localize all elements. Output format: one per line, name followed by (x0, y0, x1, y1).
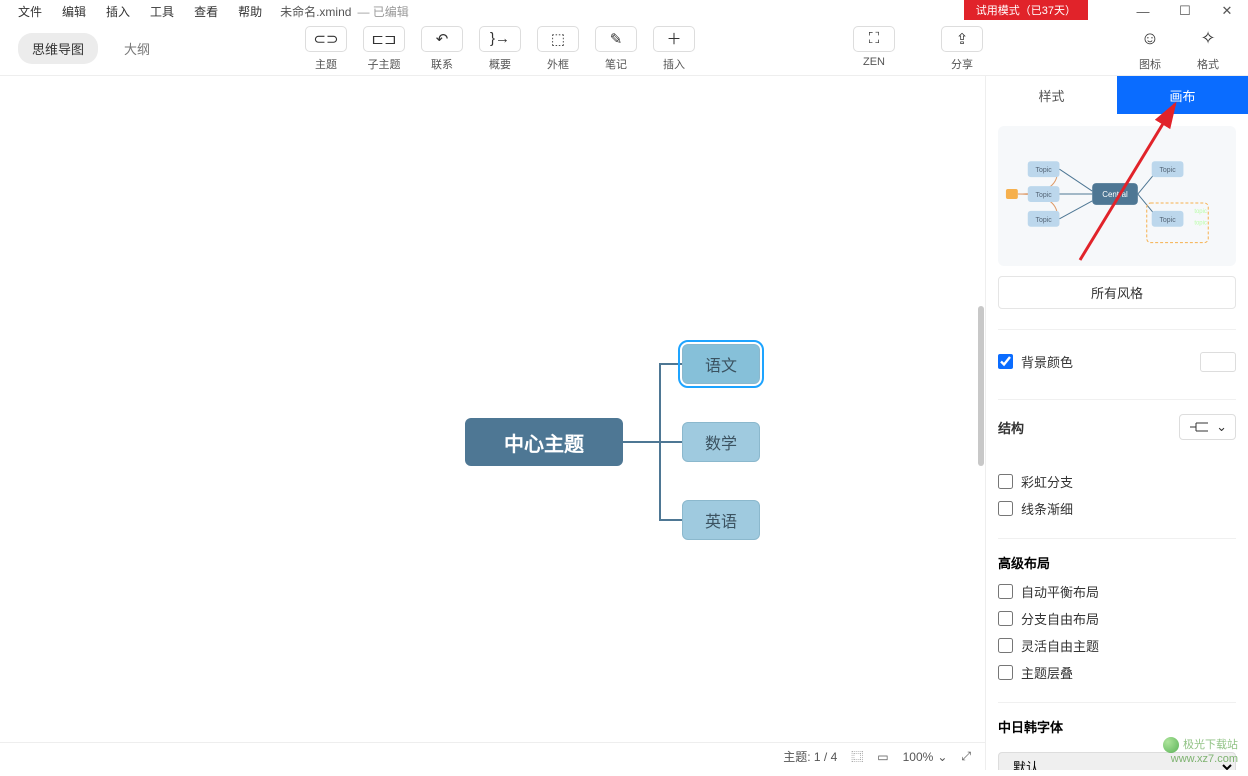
free-topic-checkbox[interactable] (998, 638, 1013, 653)
overlap-row[interactable]: 主题层叠 (998, 663, 1236, 682)
subtopic-icon: ⊏⊐ (363, 26, 405, 52)
svg-text:Topic: Topic (1036, 192, 1053, 199)
relation-icon: ↶ (421, 26, 463, 52)
tool-relation[interactable]: ↶联系 (416, 26, 468, 72)
globe-icon (1163, 737, 1179, 753)
canvas-scrollbar[interactable] (975, 76, 985, 742)
format-icon: ✧ (1187, 26, 1229, 52)
zoom-level[interactable]: 100% ⌄ (903, 750, 948, 764)
watermark: 极光下载站 www.xz7.com (1163, 737, 1238, 766)
chevron-down-icon: ⌄ (1216, 419, 1227, 435)
trial-badge[interactable]: 试用模式（已37天） (964, 0, 1088, 20)
panel-body: Topic Topic Topic Central Topic Topic to… (986, 114, 1248, 770)
svg-text:Central: Central (1102, 190, 1128, 199)
free-branch-checkbox[interactable] (998, 611, 1013, 626)
auto-balance-row[interactable]: 自动平衡布局 (998, 582, 1236, 601)
overlap-checkbox[interactable] (998, 665, 1013, 680)
menu-view[interactable]: 查看 (184, 1, 228, 22)
menu-tools[interactable]: 工具 (140, 1, 184, 22)
cjk-font-title: 中日韩字体 (998, 717, 1236, 736)
tool-summary[interactable]: }→概要 (474, 26, 526, 72)
svg-text:Topic: Topic (1159, 167, 1176, 174)
free-branch-row[interactable]: 分支自由布局 (998, 609, 1236, 628)
tool-zen[interactable]: ⛶ZEN (848, 26, 900, 72)
boundary-icon: ⬚ (537, 26, 579, 52)
tool-topic[interactable]: ⊂⊃主题 (300, 26, 352, 72)
node-sub-2[interactable]: 数学 (682, 422, 760, 462)
window-maximize-button[interactable]: ☐ (1164, 0, 1206, 22)
theme-preview[interactable]: Topic Topic Topic Central Topic Topic to… (998, 126, 1236, 266)
window-minimize-button[interactable]: — (1122, 0, 1164, 22)
topic-count: 主题: 1 / 4 (783, 748, 837, 765)
taper-row[interactable]: 线条渐细 (998, 499, 1236, 518)
tool-group-format: ☺图标 ✧格式 (1124, 26, 1234, 72)
zen-icon: ⛶ (853, 26, 895, 52)
status-bar: 主题: 1 / 4 ⿴ ▭ 100% ⌄ ⤢ (0, 742, 985, 770)
adv-layout-title: 高级布局 (998, 553, 1236, 572)
fullscreen-icon[interactable]: ⤢ (961, 749, 971, 764)
tool-boundary[interactable]: ⬚外框 (532, 26, 584, 72)
svg-text:Topic: Topic (1036, 167, 1053, 174)
tool-share[interactable]: ⇪分享 (936, 26, 988, 72)
tool-icons[interactable]: ☺图标 (1124, 26, 1176, 72)
bg-color-label: 背景颜色 (1021, 352, 1073, 371)
menu-file[interactable]: 文件 (8, 1, 52, 22)
menu-edit[interactable]: 编辑 (52, 1, 96, 22)
tool-insert[interactable]: ＋插入 (648, 26, 700, 72)
tab-outline[interactable]: 大纲 (110, 33, 164, 64)
toolbar: 思维导图 大纲 ⊂⊃主题 ⊏⊐子主题 ↶联系 }→概要 ⬚外框 ✎笔记 ＋插入 … (0, 22, 1248, 76)
bg-color-swatch[interactable] (1200, 352, 1236, 372)
bg-color-checkbox[interactable] (998, 354, 1013, 369)
structure-select[interactable]: ⌄ (1179, 414, 1236, 440)
panel-tab-style[interactable]: 样式 (986, 76, 1117, 114)
node-central[interactable]: 中心主题 (465, 418, 623, 466)
tool-note[interactable]: ✎笔记 (590, 26, 642, 72)
map-icon[interactable]: ⿴ (851, 748, 863, 765)
note-icon: ✎ (595, 26, 637, 52)
menu-help[interactable]: 帮助 (228, 1, 272, 22)
svg-text:topic: topic (1194, 209, 1207, 215)
taper-checkbox[interactable] (998, 501, 1013, 516)
node-sub-3[interactable]: 英语 (682, 500, 760, 540)
rainbow-checkbox[interactable] (998, 474, 1013, 489)
auto-balance-checkbox[interactable] (998, 584, 1013, 599)
window-close-button[interactable]: ✕ (1206, 0, 1248, 22)
menu-insert[interactable]: 插入 (96, 1, 140, 22)
svg-text:Topic: Topic (1159, 217, 1176, 224)
topic-icon: ⊂⊃ (305, 26, 347, 52)
document-status: — 已编辑 (357, 3, 408, 20)
zoom-fit-icon[interactable]: ▭ (877, 750, 888, 764)
insert-icon: ＋ (653, 26, 695, 52)
node-sub-1[interactable]: 语文 (682, 344, 760, 384)
bg-color-row[interactable]: 背景颜色 (998, 352, 1073, 371)
structure-label: 结构 (998, 418, 1024, 437)
all-styles-button[interactable]: 所有风格 (998, 276, 1236, 309)
window-controls: — ☐ ✕ (1122, 0, 1248, 22)
mindmap-canvas[interactable]: 中心主题 语文 数学 英语 (0, 76, 985, 742)
emoji-icon: ☺ (1129, 26, 1171, 52)
right-panel: 样式 画布 Topic Topic Topic Central Topic To… (985, 76, 1248, 770)
tab-mindmap[interactable]: 思维导图 (18, 33, 98, 64)
scrollbar-thumb[interactable] (978, 306, 984, 466)
document-title: 未命名.xmind (280, 3, 351, 20)
free-topic-row[interactable]: 灵活自由主题 (998, 636, 1236, 655)
panel-tabs: 样式 画布 (986, 76, 1248, 114)
svg-text:topic: topic (1194, 221, 1207, 227)
share-icon: ⇪ (941, 26, 983, 52)
tool-group-main: ⊂⊃主题 ⊏⊐子主题 ↶联系 }→概要 ⬚外框 ✎笔记 ＋插入 (300, 26, 700, 72)
view-tabs: 思维导图 大纲 (0, 33, 164, 64)
tool-group-right: ⛶ZEN ⇪分享 (848, 26, 988, 72)
rainbow-row[interactable]: 彩虹分支 (998, 472, 1236, 491)
tool-format[interactable]: ✧格式 (1182, 26, 1234, 72)
panel-tab-canvas[interactable]: 画布 (1117, 76, 1248, 114)
summary-icon: }→ (479, 26, 521, 52)
svg-text:Topic: Topic (1036, 217, 1053, 224)
tool-subtopic[interactable]: ⊏⊐子主题 (358, 26, 410, 72)
